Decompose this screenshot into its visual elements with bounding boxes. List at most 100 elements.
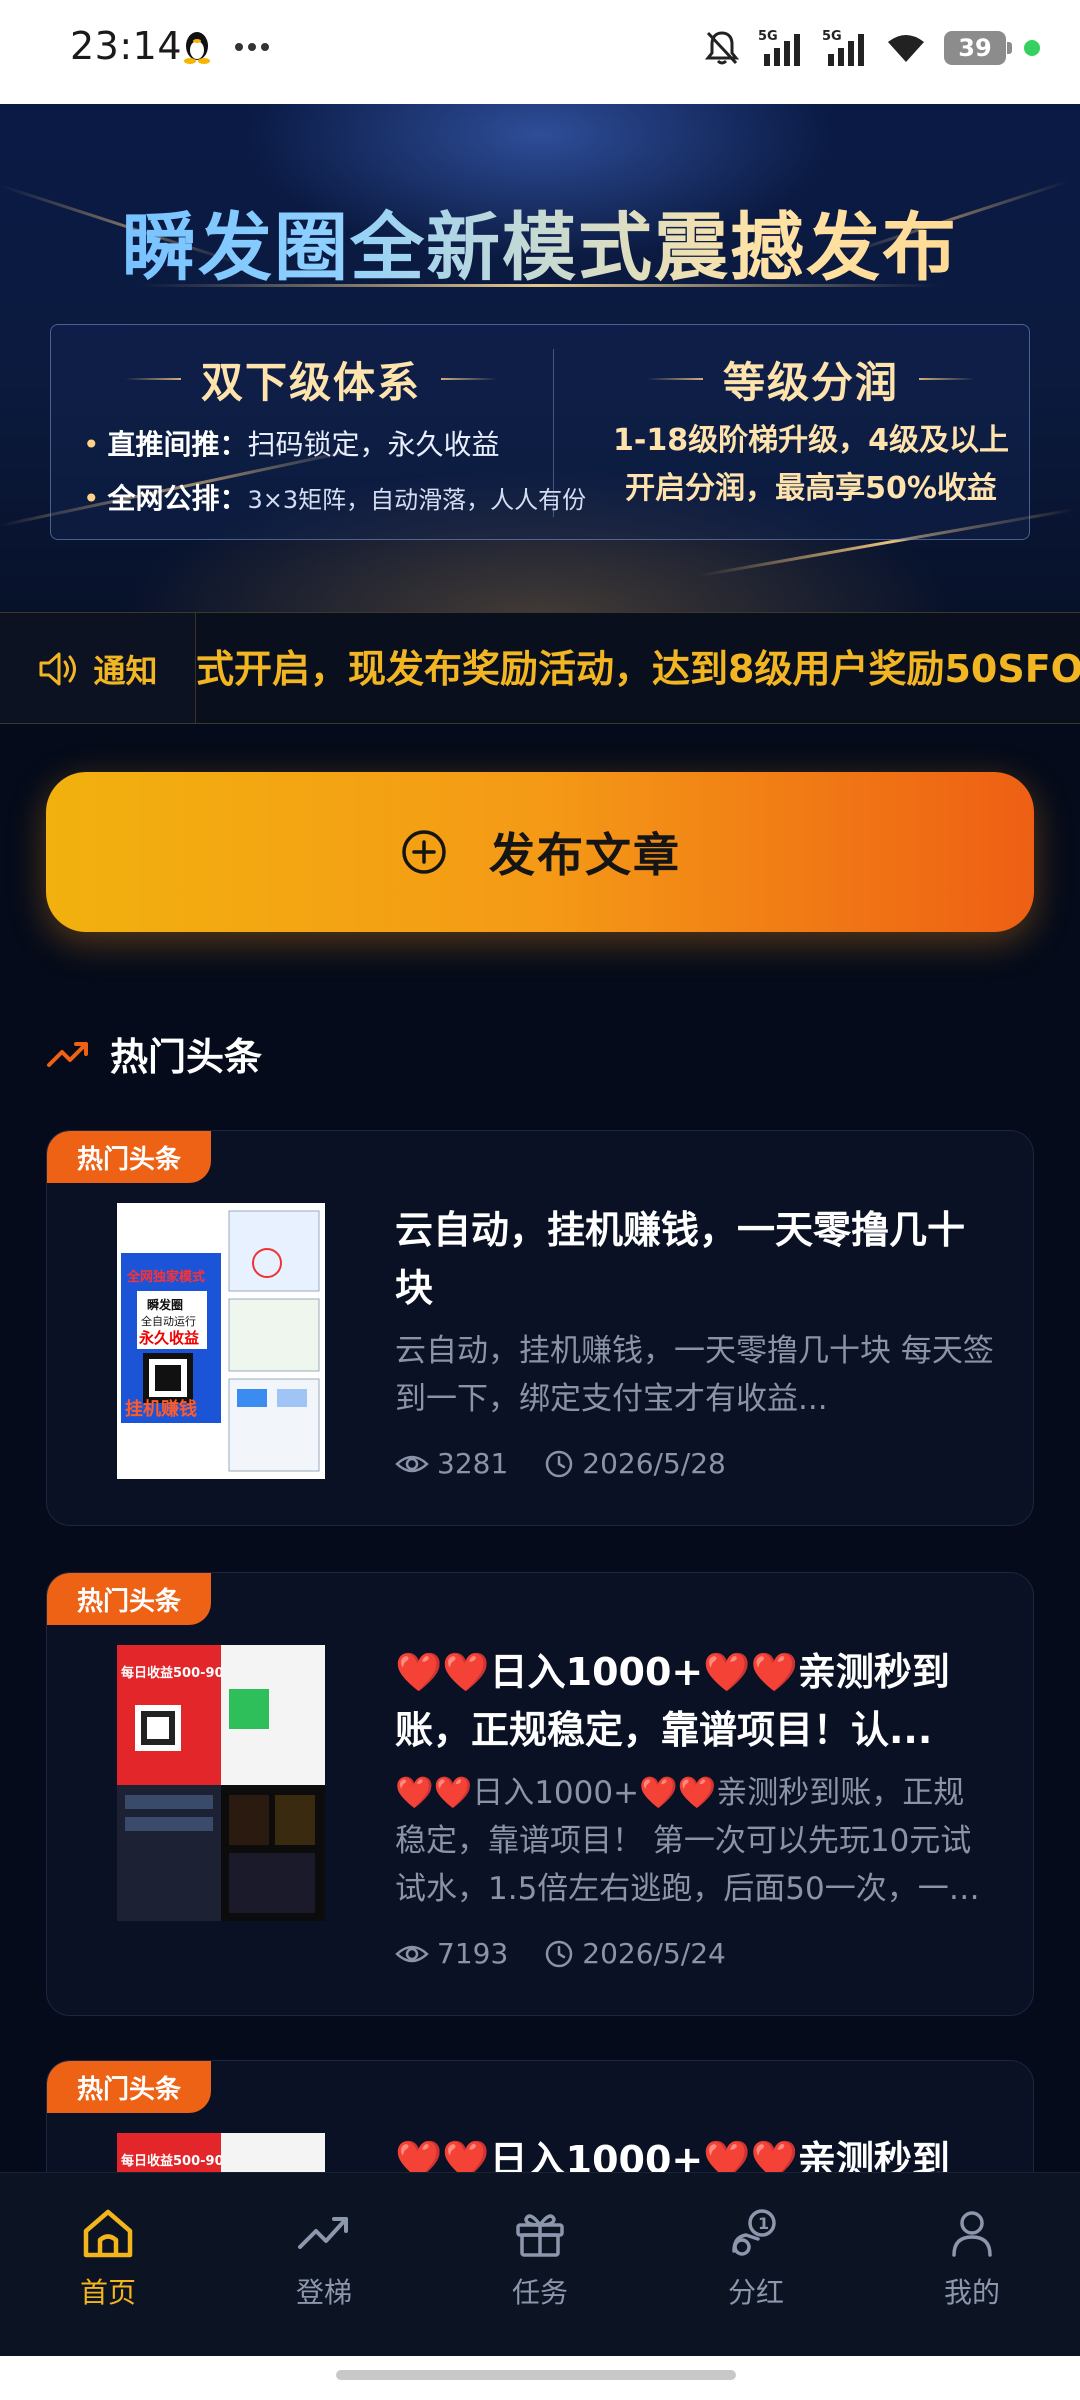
nav-ladder[interactable]: 登梯 [216, 2173, 432, 2356]
thumb-text: 每日收益500-900 [121, 1665, 233, 1681]
thumb-text-4: 永久收益 [138, 1329, 199, 1347]
banner-divider [553, 349, 554, 517]
heading-dash [919, 378, 975, 380]
hot-badge: 热门头条 [47, 2061, 211, 2113]
publish-date-text: 2026/5/24 [582, 1937, 726, 1970]
dividend-icon: 1 [732, 2209, 776, 2256]
trending-up-icon [47, 1041, 88, 1067]
view-count-text: 7193 [437, 1937, 509, 1970]
banner-title: 瞬发圈全新模式震撼发布 [0, 188, 1080, 295]
article-description: 云自动，挂机赚钱，一天零撸几十块 每天签到一下，绑定支付宝才有收益... [395, 1333, 994, 1417]
heading-dash [441, 378, 497, 380]
notice-marquee-text: 式开启，现发布奖励活动，达到8级用户奖励50SFO [196, 647, 1080, 691]
thumb-text-5: 挂机赚钱 [125, 1398, 197, 1420]
nav-dividend-label: 分红 [727, 2276, 784, 2309]
mute-icon [704, 31, 740, 65]
wifi-icon [888, 35, 924, 62]
article-thumbnail: 全网独家模式 瞬发圈 全自动运行 永久收益 挂机赚钱 [117, 1203, 325, 1479]
signal-5g-icon-1: 5G [758, 29, 800, 66]
bullet-2-text: 3×3矩阵，自动滑落，人人有份 [247, 486, 587, 514]
hot-badge: 热门头条 [47, 1131, 211, 1183]
gift-icon [516, 2214, 564, 2257]
thumb-text-3: 全自动运行 [141, 1314, 196, 1328]
banner-title-underline [140, 284, 940, 287]
status-bar: 23:14 5G 5G 39 [0, 0, 1080, 104]
article-card[interactable]: 热门头条 每日收益500-900 ❤️❤️日入1000+❤️❤️亲测秒到账，正规… [46, 1572, 1034, 2016]
article-title: ❤️❤️日入1000+❤️❤️亲测秒到账，正规稳定，靠谱项目！认... [395, 1650, 950, 1752]
home-icon [83, 2209, 133, 2258]
banner-right-line-2: 开启分润，最高享50%收益 [625, 471, 997, 506]
banner-left-bullet-2: • 全网公排：3×3矩阵，自动滑落，人人有份 [83, 482, 587, 515]
view-count-text: 3281 [437, 1447, 509, 1480]
thumbnail-image: 每日收益500-900 [117, 1645, 325, 1921]
banner-left-heading-row: 双下级体系 [71, 349, 551, 409]
heading-dash [124, 378, 181, 380]
nav-tasks[interactable]: 任务 [432, 2173, 648, 2356]
status-notification-icons [182, 30, 270, 64]
banner-right-line-1: 1-18级阶梯升级，4级及以上 [613, 423, 1009, 458]
hot-headlines-header: 热门头条 [46, 1026, 262, 1081]
notice-label-text: 通知 [93, 652, 158, 690]
bullet-1-bold: 直推间推： [107, 428, 248, 461]
battery-indicator: 39 [944, 31, 1012, 65]
publish-button-label: 发布文章 [489, 828, 681, 882]
article-title: 云自动，挂机赚钱，一天零撸几十块 [395, 1208, 966, 1310]
nav-dividend[interactable]: 1 分红 [648, 2173, 864, 2356]
hot-badge: 热门头条 [47, 1573, 211, 1625]
thumb-text: 每日收益500-900 [121, 2153, 233, 2169]
clock-icon [546, 1450, 573, 1477]
publish-date: 2026/5/24 [544, 1937, 726, 1970]
bullet-1-text: 扫码锁定，永久收益 [247, 428, 500, 461]
banner-right-heading-row: 等级分润 [571, 349, 1051, 409]
nav-home-label: 首页 [79, 2276, 136, 2309]
article-card[interactable]: 热门头条 全网独家模式 瞬发圈 全自动运行 永久收益 挂机赚钱 云自动，挂机赚钱… [46, 1130, 1034, 1526]
nav-home[interactable]: 首页 [0, 2173, 216, 2356]
promo-banner[interactable]: 瞬发圈全新模式震撼发布 双下级体系 • 直推间推：扫码锁定，永久收益 • 全网公排：… [0, 104, 1080, 612]
banner-left-heading: 双下级体系 [200, 357, 421, 407]
thumbnail-image: 全网独家模式 瞬发圈 全自动运行 永久收益 挂机赚钱 [117, 1203, 325, 1479]
bullet-2-bold: 全网公排： [107, 482, 248, 515]
article-thumbnail: 每日收益500-900 [117, 1645, 325, 1921]
trending-up-icon [298, 2217, 348, 2249]
status-time: 23:14 [70, 24, 183, 68]
thumb-text-1: 全网独家模式 [126, 1269, 205, 1285]
article-description: ❤️❤️日入1000+❤️❤️亲测秒到账，正规稳定，靠谱项目！ 第一次可以先玩1… [395, 1775, 972, 1907]
article-meta: 3281 2026/5/28 [395, 1447, 726, 1480]
qq-penguin-icon [184, 32, 210, 64]
plus-circle-icon [402, 830, 446, 874]
banner-right-column: 等级分润 1-18级阶梯升级，4级及以上 开启分润，最高享50%收益 [571, 349, 1051, 513]
article-meta: 7193 2026/5/24 [395, 1937, 726, 1970]
view-count: 3281 [395, 1447, 508, 1480]
nav-tasks-label: 任务 [511, 2276, 568, 2309]
banner-left-column: 双下级体系 • 直推间推：扫码锁定，永久收益 • 全网公排：3×3矩阵，自动滑落，人… [71, 349, 587, 517]
signal-5g-icon-2: 5G [822, 29, 864, 66]
privacy-indicator-dot [1024, 40, 1040, 56]
nav-profile-label: 我的 [943, 2276, 1000, 2309]
home-indicator[interactable] [336, 2370, 736, 2380]
status-system-icons: 5G 5G 39 [704, 28, 1040, 68]
publish-date: 2026/5/28 [544, 1447, 726, 1480]
user-icon [952, 2211, 992, 2257]
more-icon [235, 43, 269, 51]
speaker-icon [39, 652, 77, 686]
banner-right-heading: 等级分润 [722, 357, 899, 407]
svg-text:5G: 5G [822, 29, 842, 44]
publish-article-button[interactable]: 发布文章 [46, 772, 1034, 932]
svg-text:5G: 5G [758, 29, 778, 44]
section-title: 热门头条 [110, 1035, 263, 1079]
clock-icon [546, 1940, 573, 1967]
notice-bar[interactable]: 通知 式开启，现发布奖励活动，达到8级用户奖励50SFO [0, 612, 1080, 724]
thumb-text-2: 瞬发圈 [147, 1297, 183, 1312]
eye-icon [395, 1945, 429, 1962]
svg-text:1: 1 [758, 2214, 769, 2233]
nav-profile[interactable]: 我的 [864, 2173, 1080, 2356]
banner-left-bullet-1: • 直推间推：扫码锁定，永久收益 [83, 428, 500, 461]
notice-label: 通知 [0, 613, 196, 723]
view-count: 7193 [395, 1937, 508, 1970]
heading-dash [646, 378, 703, 380]
nav-ladder-label: 登梯 [295, 2276, 352, 2309]
eye-icon [395, 1455, 429, 1472]
banner-feature-box: 双下级体系 • 直推间推：扫码锁定，永久收益 • 全网公排：3×3矩阵，自动滑落，人… [50, 324, 1030, 540]
bottom-navigation: 首页 登梯 任务 1 分红 我的 [0, 2172, 1080, 2356]
publish-date-text: 2026/5/28 [582, 1447, 726, 1480]
